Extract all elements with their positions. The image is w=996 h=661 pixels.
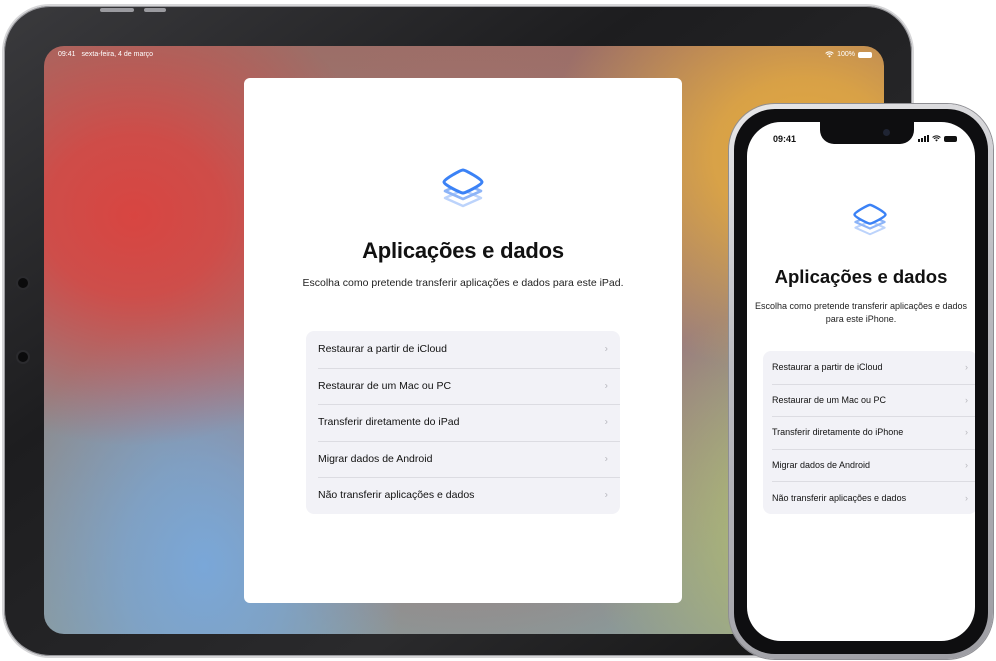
ipad-setup-sheet: Aplicações e dados Escolha como pretende… xyxy=(244,78,682,603)
transfer-options-list: Restaurar a partir de iCloud › Restaurar… xyxy=(763,351,975,514)
option-migrate-android[interactable]: Migrar dados de Android › xyxy=(306,440,620,478)
option-restore-mac-pc[interactable]: Restaurar de um Mac ou PC › xyxy=(306,367,620,405)
iphone-screen: 09:41 Aplicações e dados Escolha como pr… xyxy=(747,122,975,641)
battery-icon xyxy=(858,51,872,58)
option-restore-mac-pc[interactable]: Restaurar de um Mac ou PC › xyxy=(763,383,975,417)
option-dont-transfer[interactable]: Não transferir aplicações e dados › xyxy=(306,477,620,514)
ipad-battery-percent: 100% xyxy=(837,51,855,58)
ipad-top-button xyxy=(100,8,134,12)
chevron-right-icon: › xyxy=(604,489,608,501)
ipad-side-sensor-2 xyxy=(18,352,28,362)
transfer-options-list: Restaurar a partir de iCloud › Restaurar… xyxy=(306,331,620,514)
chevron-right-icon: › xyxy=(604,343,608,355)
ipad-status-left: 09:41 sexta-feira, 4 de março xyxy=(58,51,153,58)
iphone-status-bar: 09:41 xyxy=(747,133,975,147)
option-migrate-android[interactable]: Migrar dados de Android › xyxy=(763,448,975,482)
option-label: Não transferir aplicações e dados xyxy=(318,489,475,502)
page-title: Aplicações e dados xyxy=(774,266,948,287)
ipad-status-date: sexta-feira, 4 de março xyxy=(81,51,154,58)
cellular-signal-icon xyxy=(918,135,929,142)
chevron-right-icon: › xyxy=(604,380,608,392)
chevron-right-icon: › xyxy=(965,427,968,438)
page-subtitle: Escolha como pretende transferir aplicaç… xyxy=(754,301,968,324)
iphone-status-time: 09:41 xyxy=(773,134,797,144)
option-label: Migrar dados de Android xyxy=(318,452,433,465)
option-restore-icloud[interactable]: Restaurar a partir de iCloud › xyxy=(306,331,620,368)
option-restore-icloud[interactable]: Restaurar a partir de iCloud › xyxy=(763,351,975,384)
iphone-bezel: 09:41 Aplicações e dados Escolha como pr… xyxy=(734,109,988,654)
iphone-device: 09:41 Aplicações e dados Escolha como pr… xyxy=(729,104,993,659)
chevron-right-icon: › xyxy=(965,492,968,503)
stacked-layers-icon xyxy=(442,168,484,208)
ipad-side-sensor xyxy=(18,278,28,288)
iphone-status-icons xyxy=(918,135,957,142)
battery-icon xyxy=(944,135,957,142)
option-label: Restaurar a partir de iCloud xyxy=(318,343,447,356)
chevron-right-icon: › xyxy=(965,362,968,373)
ipad-status-bar: 09:41 sexta-feira, 4 de março 100% xyxy=(58,50,872,64)
wifi-icon xyxy=(932,135,941,142)
option-label: Migrar dados de Android xyxy=(772,460,871,471)
option-label: Transferir diretamente do iPhone xyxy=(772,427,904,438)
chevron-right-icon: › xyxy=(604,453,608,465)
option-transfer-from-ipad[interactable]: Transferir diretamente do iPad › xyxy=(306,404,620,441)
chevron-right-icon: › xyxy=(604,416,608,428)
option-dont-transfer[interactable]: Não transferir aplicações e dados › xyxy=(763,481,975,514)
option-label: Restaurar de um Mac ou PC xyxy=(772,394,887,405)
option-label: Não transferir aplicações e dados xyxy=(772,492,907,503)
page-subtitle: Escolha como pretende transferir aplicaç… xyxy=(302,277,624,289)
page-title: Aplicações e dados xyxy=(362,238,564,263)
ipad-status-right: 100% xyxy=(825,51,872,58)
stacked-layers-icon xyxy=(853,203,887,236)
wifi-icon xyxy=(825,51,834,58)
chevron-right-icon: › xyxy=(965,460,968,471)
ipad-top-button-2 xyxy=(144,8,166,12)
option-label: Transferir diretamente do iPad xyxy=(318,416,460,429)
option-label: Restaurar de um Mac ou PC xyxy=(318,379,452,392)
ipad-status-time: 09:41 xyxy=(58,51,76,58)
option-transfer-from-iphone[interactable]: Transferir diretamente do iPhone › xyxy=(763,416,975,449)
option-label: Restaurar a partir de iCloud xyxy=(772,362,883,373)
chevron-right-icon: › xyxy=(965,394,968,405)
